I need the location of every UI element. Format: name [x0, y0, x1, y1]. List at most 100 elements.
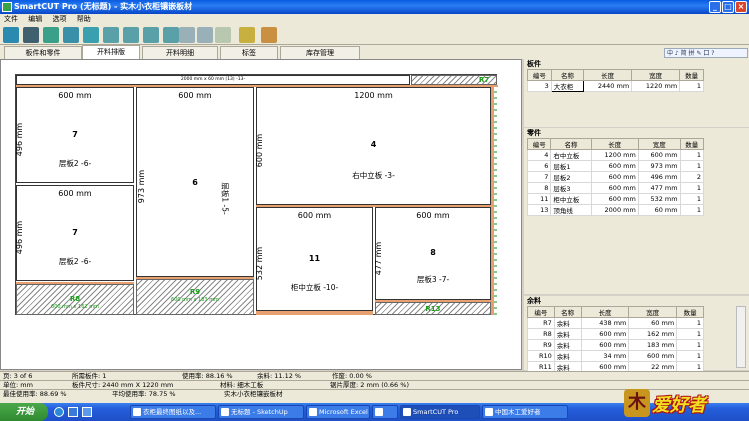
table-row[interactable]: 8 层板3 600 mm 477 mm 1	[526, 182, 705, 194]
col-length[interactable]: 长度	[580, 306, 630, 318]
task-excel[interactable]: Microsoft Excel	[306, 405, 370, 419]
col-qty[interactable]: 数量	[679, 138, 705, 150]
part-width-label: 600 mm	[297, 211, 332, 220]
prev-page-icon[interactable]	[123, 27, 139, 43]
table-row[interactable]: R9 余料 600 mm 183 mm 1	[527, 339, 704, 351]
remnant-r9[interactable]: R9 600 mm x 183 mm	[136, 279, 254, 315]
part-6[interactable]: 600 mm 973 mm 6 层板1 -5-	[136, 87, 254, 277]
menu-options[interactable]: 选项	[48, 14, 70, 25]
tools-icon[interactable]	[261, 27, 277, 43]
tab-boards-parts[interactable]: 板件和零件	[4, 46, 82, 59]
col-id[interactable]: 编号	[527, 306, 555, 318]
minimize-button[interactable]: _	[709, 1, 721, 13]
close-button[interactable]: ×	[735, 1, 747, 13]
last-page-icon[interactable]	[163, 27, 179, 43]
col-name[interactable]: 名称	[553, 306, 582, 318]
next-page-icon[interactable]	[143, 27, 159, 43]
remnant-r13[interactable]: R13	[375, 302, 491, 315]
col-qty[interactable]: 数量	[676, 306, 704, 318]
top-strip-part[interactable]: 2000 mm x 60 mm (13) -13-	[16, 75, 410, 85]
start-button[interactable]: 开始	[0, 403, 48, 421]
r8-size: 600 mm x 162 mm	[51, 304, 99, 310]
edge-remnant	[494, 87, 497, 315]
help-icon[interactable]	[239, 27, 255, 43]
export-icon[interactable]	[63, 27, 79, 43]
col-width[interactable]: 宽度	[628, 306, 678, 318]
table-row[interactable]: 6 层板1 600 mm 973 mm 1	[526, 160, 705, 172]
col-qty[interactable]: 数量	[679, 69, 704, 81]
col-length[interactable]: 长度	[590, 138, 639, 150]
zoom-icon[interactable]	[83, 27, 99, 43]
table-row[interactable]: R7 余料 438 mm 60 mm 1	[527, 317, 704, 329]
r9-size: 600 mm x 183 mm	[171, 297, 219, 303]
status-usage: 使用率: 88.16 %	[182, 372, 233, 380]
part-11[interactable]: 600 mm 532 mm 11 柜中立板 -10-	[255, 207, 373, 311]
browser-icon	[485, 408, 493, 416]
task-forum[interactable]: 中国木工爱好者	[482, 405, 568, 419]
scrollbar[interactable]	[736, 306, 746, 368]
tab-layout[interactable]: 开料排版	[82, 45, 140, 59]
remnant-r7[interactable]: R7	[411, 75, 497, 85]
col-id[interactable]: 编号	[527, 69, 552, 81]
col-name[interactable]: 名称	[550, 69, 585, 81]
task-smartcut[interactable]: SmartCUT Pro	[400, 405, 480, 419]
table-row[interactable]: 11 柜中立板 600 mm 532 mm 1	[526, 193, 705, 205]
table-row[interactable]: 3 大衣柜 2440 mm 1220 mm 1	[527, 80, 704, 92]
remnant-r8[interactable]: R8 600 mm x 162 mm	[16, 284, 134, 315]
part-name: 层板1 -5-	[220, 182, 230, 215]
zoom-in-icon[interactable]	[179, 27, 195, 43]
sheet-icon[interactable]	[23, 27, 39, 43]
status-size: 板件尺寸: 2440 mm X 1220 mm	[72, 381, 174, 389]
ie-icon[interactable]	[54, 407, 64, 417]
col-width[interactable]: 宽度	[631, 69, 681, 81]
refresh-icon[interactable]	[3, 27, 19, 43]
part-name: 右中立板 -3-	[352, 171, 395, 180]
status-project: 实木小衣柜镶嵌板材	[224, 390, 283, 398]
print-icon[interactable]	[43, 27, 59, 43]
col-length[interactable]: 长度	[583, 69, 633, 81]
first-page-icon[interactable]	[103, 27, 119, 43]
part-8[interactable]: 600 mm 477 mm 8 层板3 -7-	[374, 207, 491, 300]
settings-icon[interactable]	[215, 27, 231, 43]
tab-details[interactable]: 开料明细	[142, 46, 218, 59]
parts-panel: 零件 编号 名称 长度 宽度 数量 4 右中立板 1200 mm 600 mm 1 6层…	[524, 128, 749, 294]
browser-icon[interactable]	[68, 407, 78, 417]
col-name[interactable]: 名称	[550, 138, 592, 150]
smartcut-icon	[403, 408, 411, 416]
status-ops: 作废: 0.00 %	[332, 372, 372, 380]
ime-toolbar[interactable]: 中 ♪ 简 拼 ✎ 囗 ?	[664, 48, 748, 58]
menu-edit[interactable]: 编辑	[24, 14, 46, 25]
part-name: 层板2 -6-	[58, 257, 92, 266]
part-height-label: 496 mm	[15, 122, 25, 157]
zoom-out-icon[interactable]	[197, 27, 213, 43]
col-id[interactable]: 编号	[526, 138, 552, 150]
tab-labels[interactable]: 标签	[220, 46, 278, 59]
table-row[interactable]: R10 余料 34 mm 600 mm 1	[527, 350, 704, 362]
part-4[interactable]: 1200 mm 600 mm 4 右中立板 -3-	[255, 87, 491, 205]
task-sketchup[interactable]: 无标题 - SketchUp	[218, 405, 304, 419]
toolbar	[0, 25, 749, 45]
tab-inventory[interactable]: 库存管理	[280, 46, 360, 59]
part-name: 层板2 -6-	[58, 159, 92, 168]
boards-panel: 板件 编号 名称 长度 宽度 数量 3 大衣柜 2440 mm 1220 mm …	[524, 59, 749, 127]
sketchup-icon	[221, 408, 229, 416]
status-row-1: 页: 3 of 6 所需板件: 1 使用率: 88.16 % 余料: 11.12…	[0, 371, 749, 380]
table-row[interactable]: 13 顶角线 2000 mm 60 mm 1	[526, 204, 705, 216]
table-row[interactable]: 4 右中立板 1200 mm 600 mm 1	[526, 149, 705, 161]
task-unnamed[interactable]	[372, 405, 398, 419]
task-drawings[interactable]: 衣柜最终图纸以及...	[130, 405, 216, 419]
desktop-icon[interactable]	[82, 407, 92, 417]
boards-header: 板件	[527, 60, 541, 68]
layout-canvas: 2000 mm x 60 mm (13) -13- R7 600 mm 496 …	[0, 59, 522, 370]
col-width[interactable]: 宽度	[637, 138, 681, 150]
kerf-line	[256, 311, 373, 315]
menu-help[interactable]: 帮助	[73, 14, 95, 25]
part-height-label: 532 mm	[255, 246, 265, 281]
maximize-button[interactable]: □	[722, 1, 734, 13]
part-number: 6	[192, 178, 198, 187]
part-7-a[interactable]: 600 mm 496 mm 7 层板2 -6-	[15, 87, 134, 183]
table-row[interactable]: R8 余料 600 mm 162 mm 1	[527, 328, 704, 340]
part-7-b[interactable]: 600 mm 496 mm 7 层板2 -6-	[15, 185, 134, 281]
table-row[interactable]: 7 层板2 600 mm 496 mm 2	[526, 171, 705, 183]
menu-file[interactable]: 文件	[0, 14, 22, 25]
